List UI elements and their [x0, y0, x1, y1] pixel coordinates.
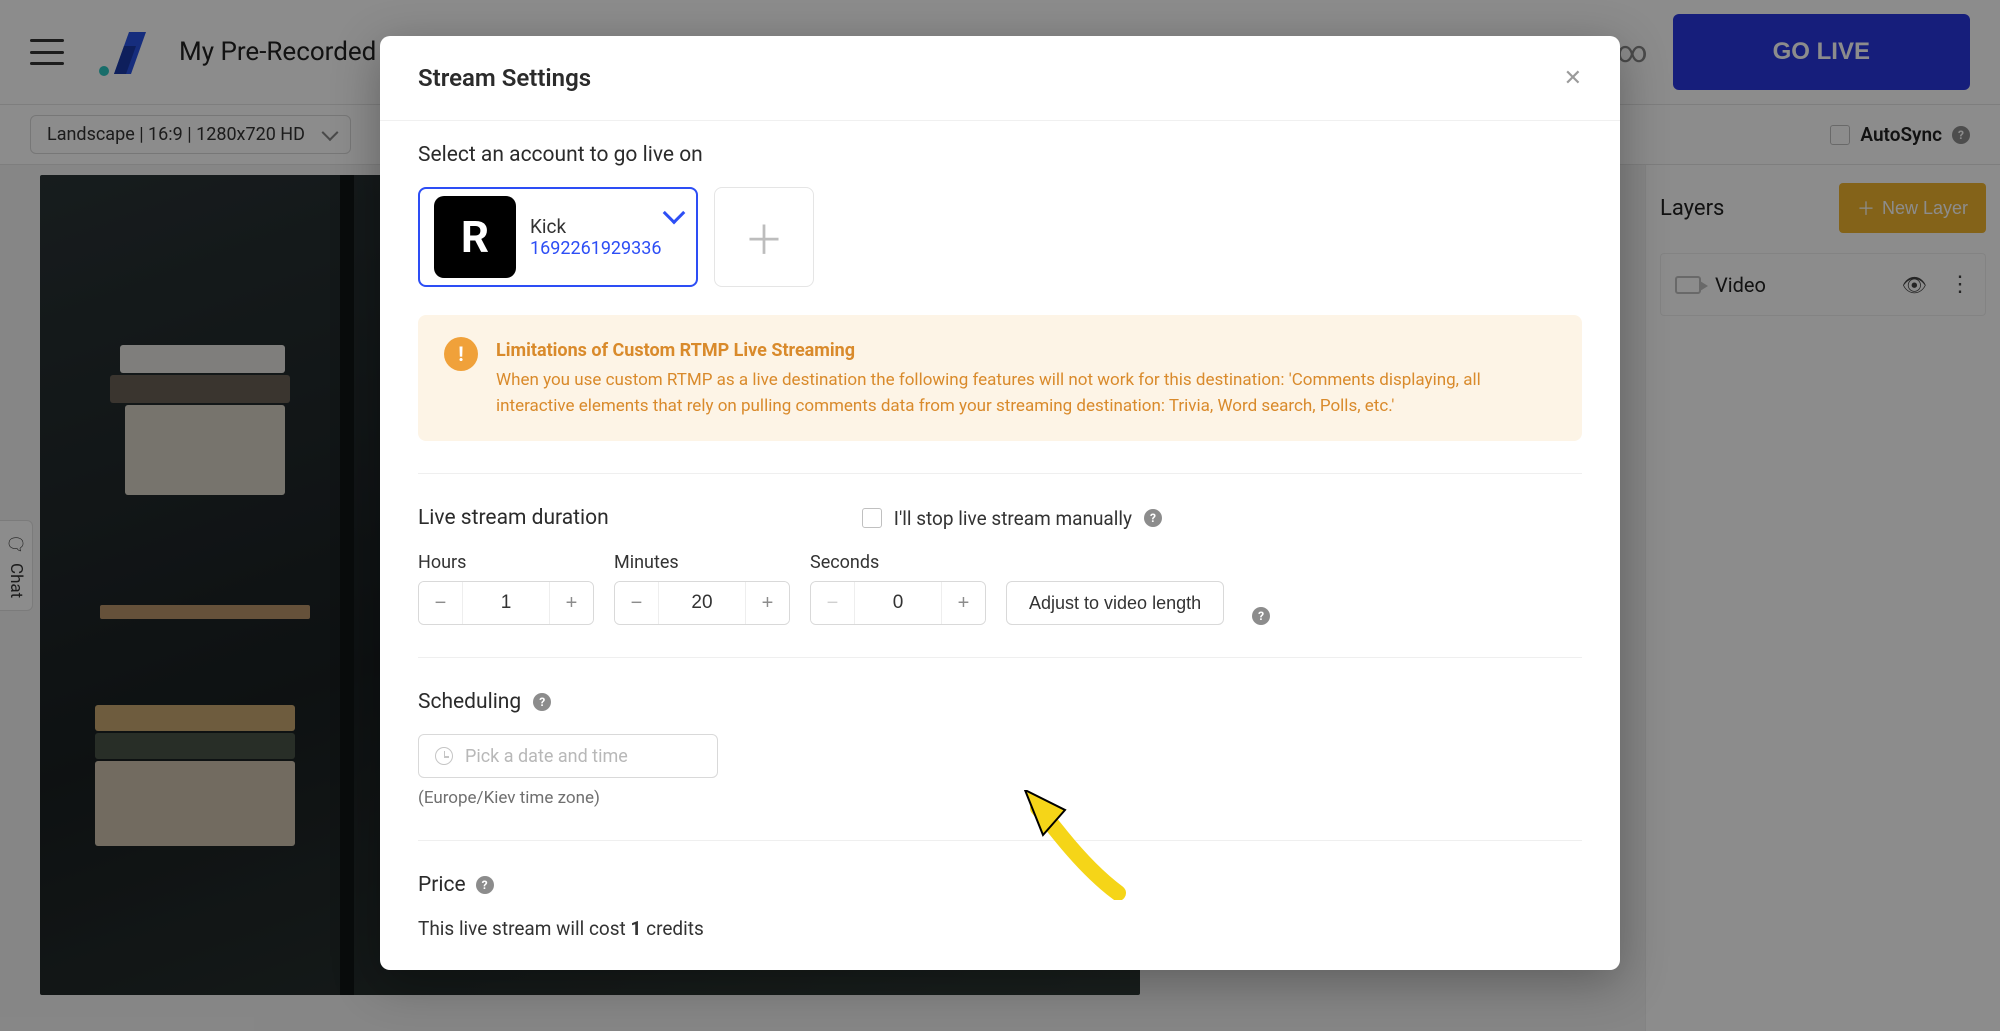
- add-account-button[interactable]: ＋: [714, 187, 814, 287]
- account-name: Kick: [530, 215, 662, 238]
- help-icon[interactable]: ?: [1144, 509, 1162, 527]
- help-icon[interactable]: ?: [476, 876, 494, 894]
- hours-increment[interactable]: +: [549, 582, 593, 624]
- help-icon[interactable]: ?: [1252, 607, 1270, 625]
- account-avatar: R: [434, 196, 516, 278]
- warning-icon: !: [444, 337, 478, 371]
- close-icon[interactable]: ✕: [1564, 65, 1582, 91]
- help-icon[interactable]: ?: [533, 693, 551, 711]
- date-time-picker[interactable]: Pick a date and time: [418, 734, 718, 778]
- hours-input[interactable]: [463, 582, 549, 624]
- scheduling-title: Scheduling: [418, 690, 521, 714]
- stream-settings-modal: Stream Settings ✕ Select an account to g…: [380, 36, 1620, 970]
- seconds-decrement[interactable]: −: [811, 582, 855, 624]
- account-section-label: Select an account to go live on: [418, 143, 1582, 167]
- seconds-increment[interactable]: +: [941, 582, 985, 624]
- rtmp-warning: ! Limitations of Custom RTMP Live Stream…: [418, 315, 1582, 441]
- account-id: 1692261929336: [530, 238, 662, 259]
- warning-title: Limitations of Custom RTMP Live Streamin…: [496, 337, 1556, 364]
- hours-stepper: − +: [418, 581, 594, 625]
- manual-stop-checkbox[interactable]: [862, 508, 882, 528]
- minutes-decrement[interactable]: −: [615, 582, 659, 624]
- hours-decrement[interactable]: −: [419, 582, 463, 624]
- seconds-stepper: − +: [810, 581, 986, 625]
- minutes-stepper: − +: [614, 581, 790, 625]
- account-card[interactable]: R Kick 1692261929336: [418, 187, 698, 287]
- seconds-input[interactable]: [855, 582, 941, 624]
- adjust-to-video-button[interactable]: Adjust to video length: [1006, 581, 1224, 625]
- chevron-down-icon: [663, 202, 686, 225]
- warning-body: When you use custom RTMP as a live desti…: [496, 370, 1481, 416]
- modal-overlay: Stream Settings ✕ Select an account to g…: [0, 0, 2000, 1031]
- price-title: Price ?: [418, 873, 1582, 897]
- clock-icon: [435, 747, 453, 765]
- minutes-label: Minutes: [614, 552, 790, 573]
- timezone-note: (Europe/Kiev time zone): [418, 788, 1582, 808]
- duration-title: Live stream duration: [418, 506, 609, 530]
- manual-stop-label: I'll stop live stream manually: [894, 507, 1132, 530]
- price-text: This live stream will cost 1 credits: [418, 917, 1582, 940]
- plus-icon: ＋: [744, 208, 784, 266]
- date-placeholder: Pick a date and time: [465, 746, 628, 767]
- minutes-input[interactable]: [659, 582, 745, 624]
- seconds-label: Seconds: [810, 552, 986, 573]
- minutes-increment[interactable]: +: [745, 582, 789, 624]
- hours-label: Hours: [418, 552, 594, 573]
- modal-title: Stream Settings: [418, 64, 591, 92]
